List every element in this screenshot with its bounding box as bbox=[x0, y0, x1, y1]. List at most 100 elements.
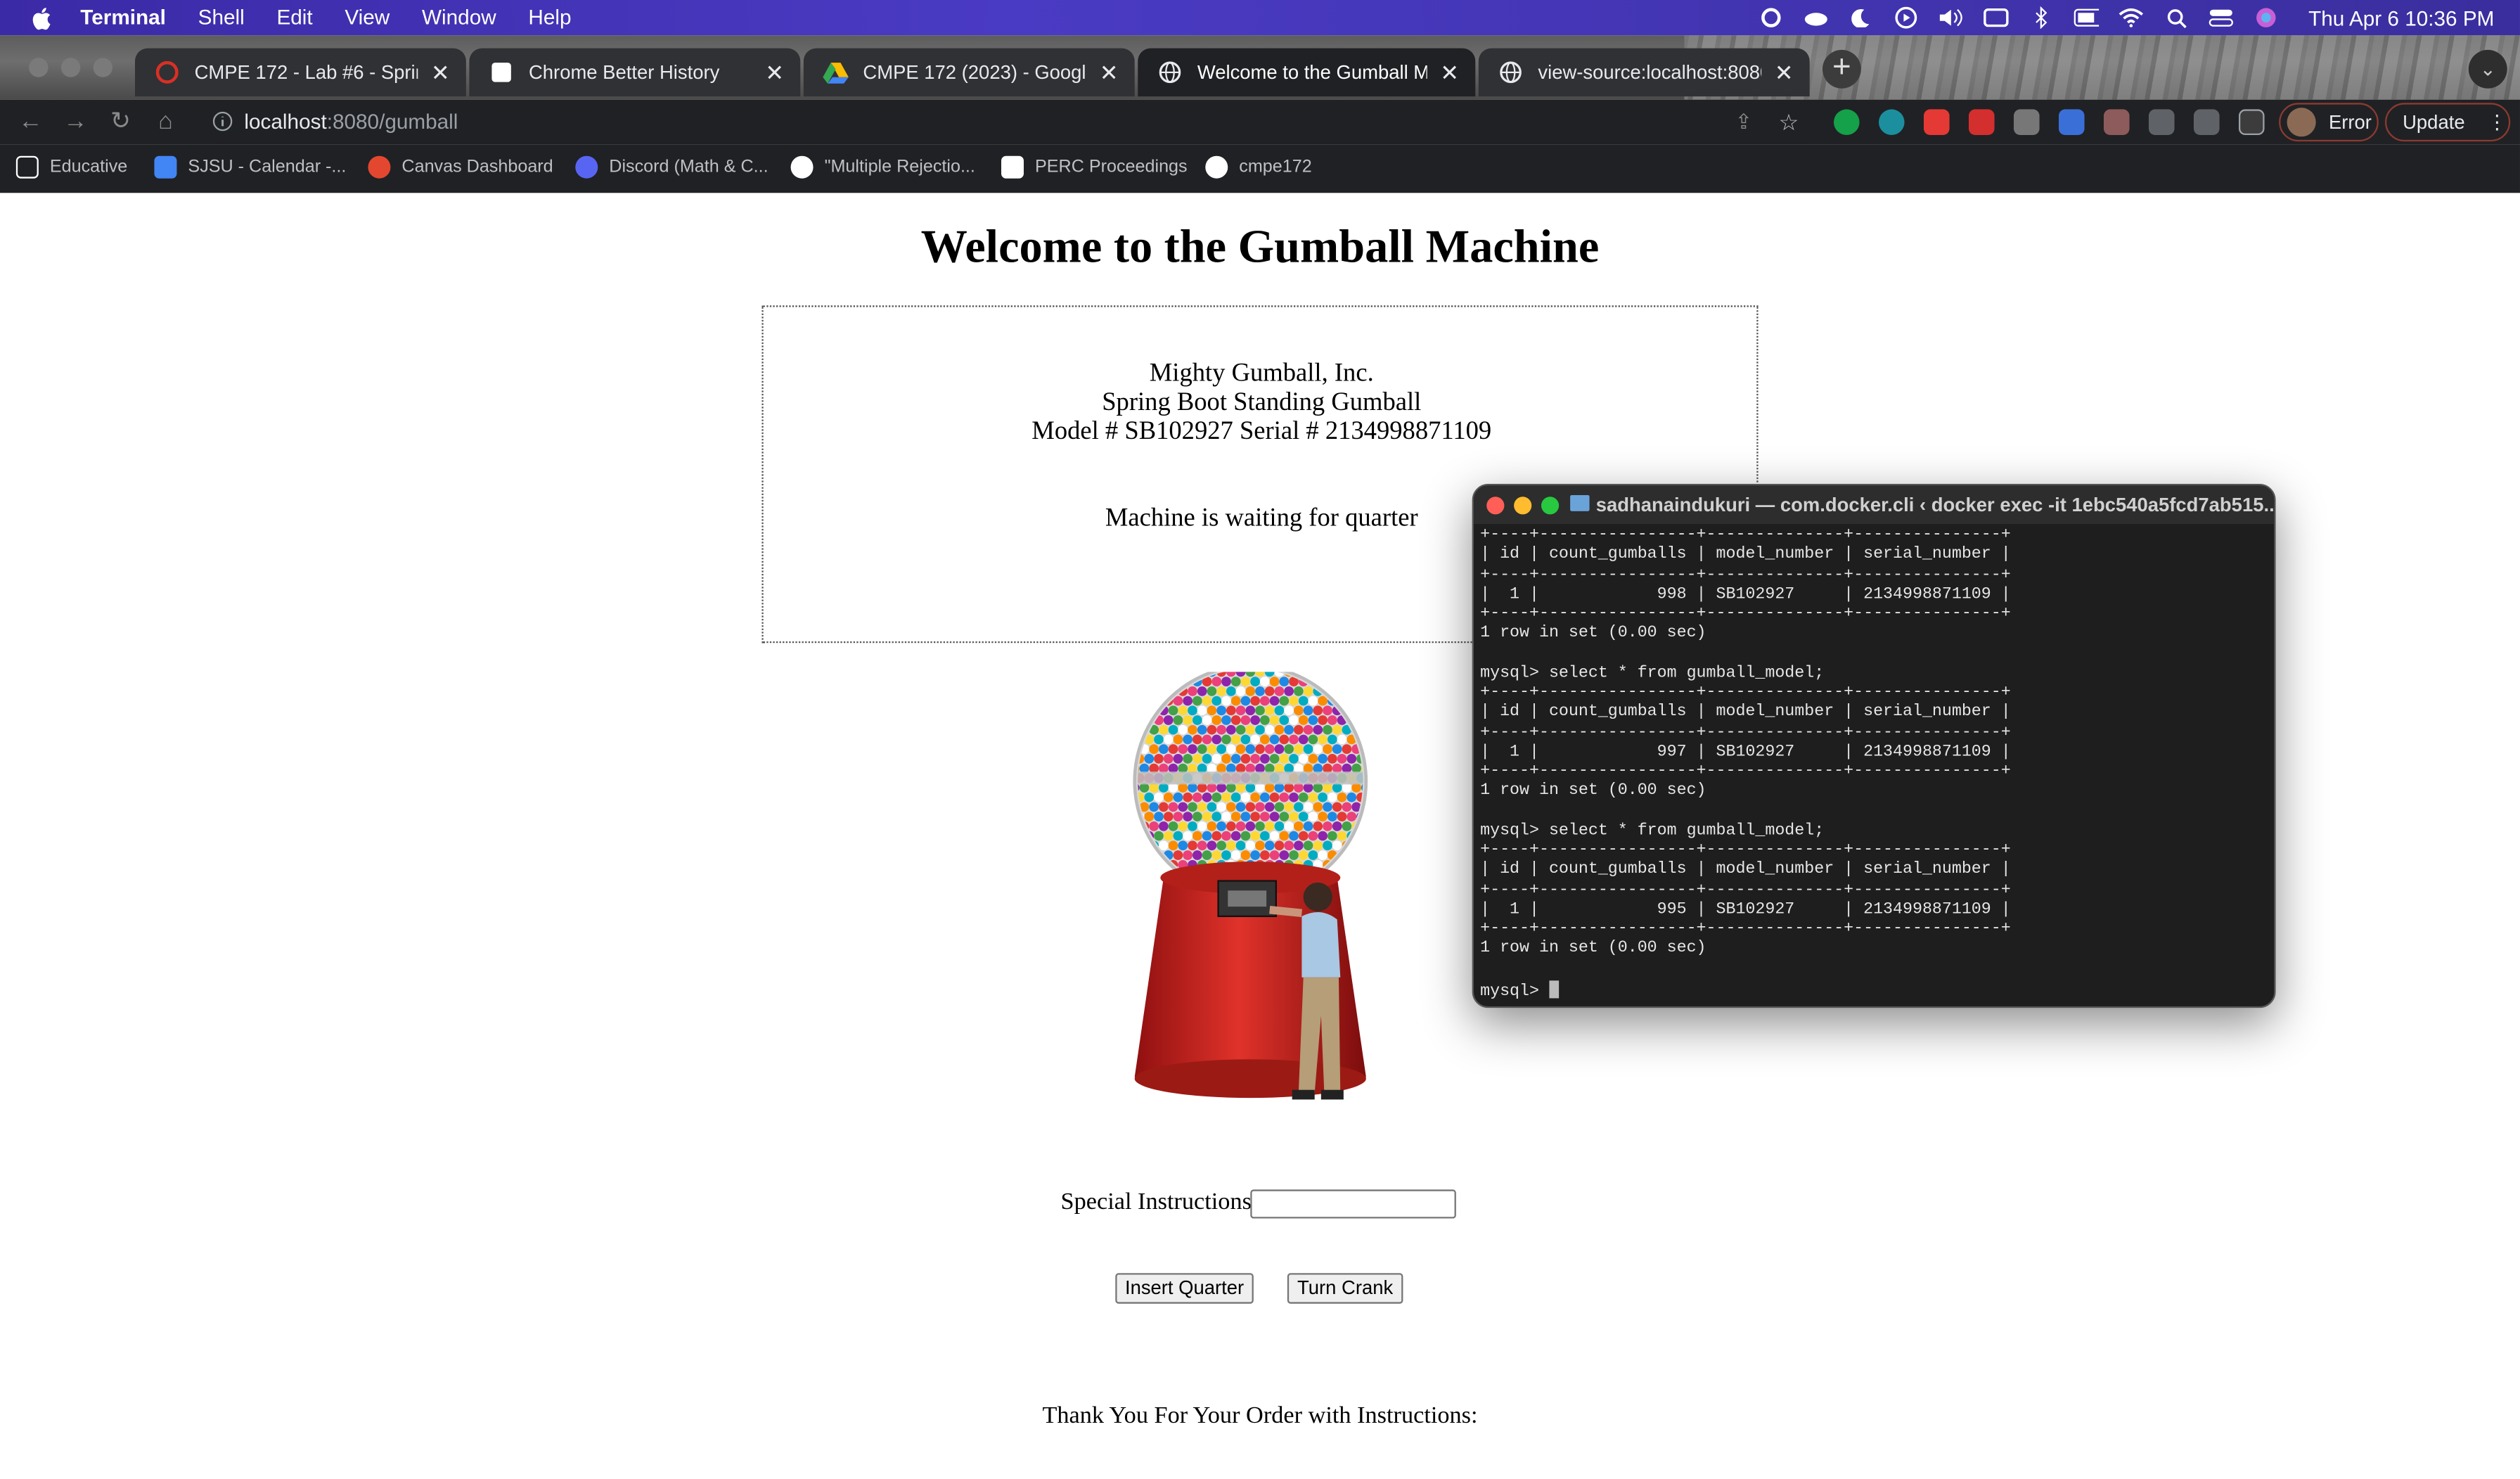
display-icon[interactable] bbox=[1984, 6, 2010, 29]
gumball-dot bbox=[1221, 831, 1231, 841]
search-icon[interactable] bbox=[2164, 6, 2190, 29]
gumball-dot bbox=[1192, 715, 1202, 725]
close-window-button[interactable] bbox=[29, 58, 49, 77]
terminal-line: | 1 | 997 | SB102927 | 2134998871109 | bbox=[1480, 743, 2011, 762]
bookmark-cmpe172[interactable]: cmpe172 bbox=[1205, 154, 1312, 180]
gumball-dot bbox=[1318, 850, 1328, 860]
volume-icon[interactable] bbox=[1939, 6, 1965, 29]
tab-google-drive[interactable]: CMPE 172 (2023) - Google Dri ✕ bbox=[803, 48, 1135, 97]
browser-tab-strip: CMPE 172 - Lab #6 - Spring Da ✕ Chrome B… bbox=[0, 35, 2520, 100]
profile-avatar bbox=[2287, 108, 2316, 137]
company-name: Mighty Gumball, Inc. bbox=[1149, 359, 1374, 388]
doc-extension-icon[interactable] bbox=[2058, 109, 2085, 135]
terminal-line: | id | count_gumballs | model_number | s… bbox=[1480, 862, 2011, 880]
bookmark-label: "Multiple Rejectio... bbox=[824, 157, 975, 177]
minimize-terminal-button[interactable] bbox=[1514, 497, 1532, 515]
gumball-dot bbox=[1308, 792, 1318, 802]
insert-quarter-button[interactable]: Insert Quarter bbox=[1115, 1273, 1254, 1304]
more-menu-icon[interactable]: ⋮ bbox=[2488, 111, 2507, 134]
site-info-icon[interactable] bbox=[212, 111, 235, 134]
media-control-icon[interactable] bbox=[2193, 109, 2220, 135]
close-tab-icon[interactable]: ✕ bbox=[1436, 60, 1462, 86]
gumball-dot bbox=[1323, 724, 1332, 735]
bookmark-label: Educative bbox=[49, 157, 128, 177]
menu-window[interactable]: Window bbox=[422, 0, 496, 35]
terminal-window[interactable]: sadhanaindukuri — com.docker.cli ‹ docke… bbox=[1472, 483, 2276, 1009]
terminal-prompt-line[interactable]: mysql> bbox=[1480, 980, 2271, 1001]
grammarly-extension-icon[interactable] bbox=[1833, 109, 1860, 135]
close-tab-icon[interactable]: ✕ bbox=[1096, 60, 1122, 86]
gumball-dot bbox=[1139, 859, 1150, 870]
apple-menu-icon[interactable] bbox=[29, 5, 51, 31]
menu-view[interactable]: View bbox=[345, 0, 390, 35]
gumball-dot bbox=[1351, 840, 1361, 851]
address-bar[interactable]: localhost:8080/gumball bbox=[199, 101, 1822, 143]
menu-edit[interactable]: Edit bbox=[276, 0, 312, 35]
moon-icon[interactable] bbox=[1849, 6, 1875, 29]
turn-crank-button[interactable]: Turn Crank bbox=[1287, 1273, 1403, 1304]
play-icon[interactable] bbox=[1894, 6, 1920, 29]
minimize-window-button[interactable] bbox=[60, 58, 81, 77]
gumball-dot bbox=[1269, 792, 1280, 802]
new-tab-plus-icon[interactable]: + bbox=[1822, 49, 1861, 89]
gumball-dot bbox=[1351, 879, 1361, 889]
home-icon[interactable]: ⌂ bbox=[151, 108, 180, 136]
special-instructions-input[interactable] bbox=[1250, 1189, 1456, 1219]
gumball-dot bbox=[1240, 850, 1251, 860]
close-tab-icon[interactable]: ✕ bbox=[428, 60, 454, 86]
gumball-dot bbox=[1279, 850, 1290, 860]
gumball-dot bbox=[1264, 705, 1275, 716]
close-tab-icon[interactable]: ✕ bbox=[1771, 60, 1797, 86]
bookmark-canvas[interactable]: Canvas Dashboard bbox=[368, 154, 553, 180]
gumball-dot bbox=[1245, 724, 1256, 735]
siri-icon[interactable] bbox=[2254, 6, 2280, 29]
forward-arrow-icon[interactable]: → bbox=[61, 108, 90, 136]
cloud-icon[interactable] bbox=[1804, 6, 1830, 29]
puzzle-extensions-icon[interactable] bbox=[2148, 109, 2175, 135]
gumball-dot bbox=[1149, 686, 1159, 696]
tab-chrome-better-history[interactable]: Chrome Better History ✕ bbox=[469, 48, 801, 97]
back-arrow-icon[interactable]: ← bbox=[16, 108, 45, 136]
menu-app-name[interactable]: Terminal bbox=[80, 0, 166, 35]
tool-extension-icon[interactable] bbox=[2103, 109, 2130, 135]
bookmark-label: cmpe172 bbox=[1239, 157, 1312, 177]
video-extension-icon[interactable] bbox=[1968, 109, 1995, 135]
bookmark-perc[interactable]: PERC Proceedings bbox=[1001, 154, 1188, 180]
update-button[interactable]: Update ⋮ bbox=[2384, 103, 2511, 142]
terminal-line: +----+----------------+--------------+--… bbox=[1480, 724, 2011, 742]
bookmark-sjsu-calendar[interactable]: SJSU - Calendar -... bbox=[154, 154, 346, 180]
menu-shell[interactable]: Shell bbox=[198, 0, 245, 35]
menu-bar-clock[interactable]: Thu Apr 6 10:36 PM bbox=[2308, 6, 2494, 30]
gumball-dot bbox=[1259, 677, 1270, 686]
bookmark-multiple-rejection[interactable]: "Multiple Rejectio... bbox=[790, 154, 975, 180]
close-tab-icon[interactable]: ✕ bbox=[761, 60, 788, 86]
gumball-dot bbox=[1255, 686, 1265, 696]
zoom-terminal-button[interactable] bbox=[1541, 497, 1560, 515]
gear-badge-icon[interactable] bbox=[1759, 6, 1785, 29]
side-panel-icon[interactable] bbox=[2238, 109, 2265, 135]
url-text[interactable]: localhost:8080/gumball bbox=[244, 109, 458, 133]
wifi-icon[interactable] bbox=[2119, 6, 2145, 29]
menu-help[interactable]: Help bbox=[528, 0, 571, 35]
tab-search-chevron-icon[interactable]: ⌄ bbox=[2468, 49, 2507, 89]
control-center-icon[interactable] bbox=[2209, 6, 2235, 29]
bookmark-discord[interactable]: Discord (Math & C... bbox=[575, 154, 769, 180]
bookmark-educative[interactable]: Educative bbox=[15, 154, 128, 180]
hand-extension-icon[interactable] bbox=[1923, 109, 1950, 135]
terminal-title-bar[interactable]: sadhanaindukuri — com.docker.cli ‹ docke… bbox=[1473, 485, 2275, 525]
profile-error-button[interactable]: Error bbox=[2279, 103, 2379, 142]
bookmark-star-icon[interactable]: ☆ bbox=[1774, 108, 1803, 136]
gumball-dot bbox=[1361, 686, 1363, 696]
share-icon[interactable]: ⇪ bbox=[1729, 108, 1758, 136]
battery-icon[interactable] bbox=[2074, 6, 2100, 29]
terminal-output[interactable]: +----+----------------+--------------+--… bbox=[1480, 527, 2271, 1001]
k-extension-icon[interactable] bbox=[2013, 109, 2040, 135]
reload-icon[interactable]: ↻ bbox=[106, 108, 135, 136]
close-terminal-button[interactable] bbox=[1486, 497, 1505, 515]
m-extension-icon[interactable] bbox=[1878, 109, 1905, 135]
tab-view-source[interactable]: view-source:localhost:8080/gu ✕ bbox=[1478, 48, 1810, 97]
tab-gumball-active[interactable]: Welcome to the Gumball Mach ✕ bbox=[1138, 48, 1476, 97]
zoom-window-button[interactable] bbox=[93, 58, 112, 77]
tab-cmpe172-lab6[interactable]: CMPE 172 - Lab #6 - Spring Da ✕ bbox=[134, 48, 466, 97]
bluetooth-icon[interactable] bbox=[2029, 6, 2055, 30]
